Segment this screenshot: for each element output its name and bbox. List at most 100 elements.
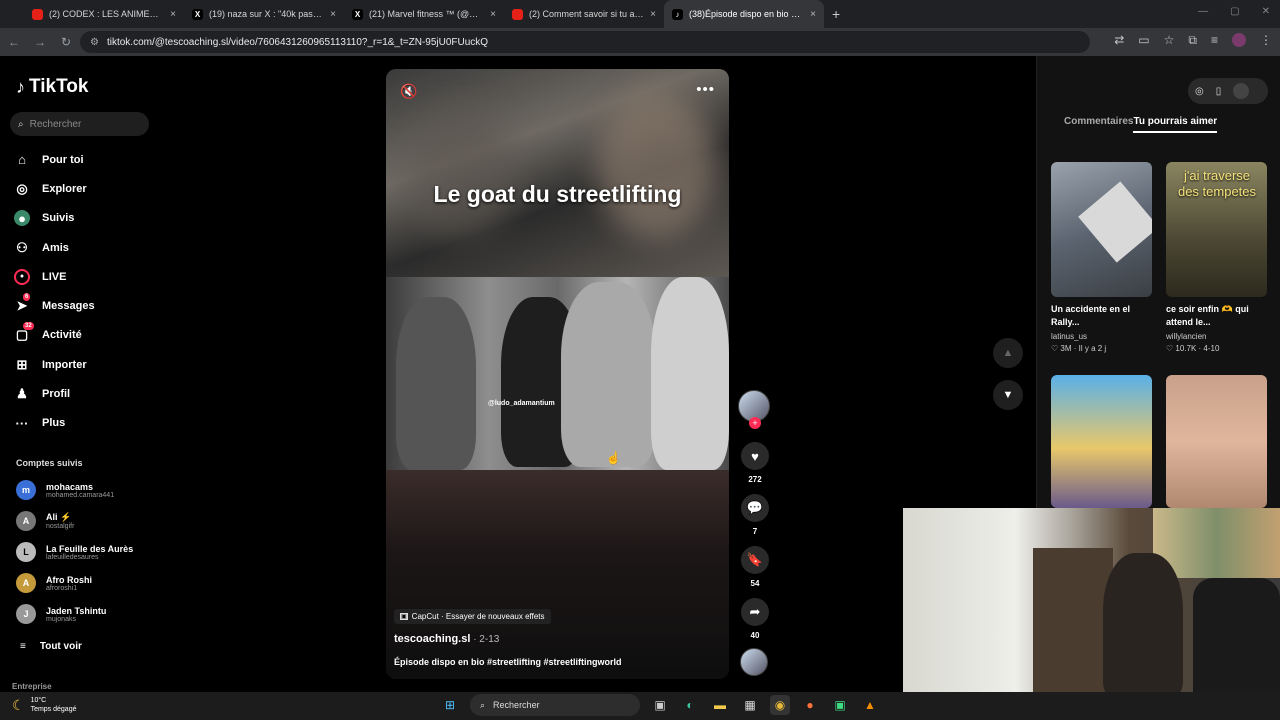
nav-item-live[interactable]: ● LIVE bbox=[14, 262, 95, 291]
store-icon[interactable]: ▦ bbox=[740, 695, 760, 715]
address-bar[interactable]: ⚙ tiktok.com/@tescoaching.sl/video/76064… bbox=[80, 31, 1090, 53]
device-icon[interactable]: ▯ bbox=[1216, 86, 1222, 97]
bookmark-star-icon[interactable]: ☆ bbox=[1164, 33, 1175, 48]
suggested-video-card[interactable] bbox=[1051, 375, 1152, 508]
gaming-chair bbox=[1193, 578, 1280, 696]
heart-icon[interactable]: ♥ bbox=[741, 442, 769, 470]
nav-item-plus[interactable]: ··· Plus bbox=[14, 409, 95, 438]
maximize-icon[interactable]: ▢ bbox=[1230, 6, 1239, 17]
bookmark-icon[interactable]: 🔖 bbox=[741, 546, 769, 574]
video-author[interactable]: tescoaching.sl · 2-13 bbox=[394, 633, 499, 645]
video-thumbnail[interactable] bbox=[1051, 375, 1152, 508]
extensions-icon[interactable]: ⧉ bbox=[1188, 33, 1197, 48]
followed-account[interactable]: L La Feuille des Aurès lafeuilledesaures bbox=[16, 542, 133, 562]
tab-close-icon[interactable]: × bbox=[650, 9, 656, 20]
reload-icon[interactable]: ↻ bbox=[60, 35, 72, 49]
search-input[interactable]: ⌕ Rechercher bbox=[10, 112, 149, 136]
follow-plus-icon[interactable]: + bbox=[749, 417, 761, 429]
nav-item-suivis[interactable]: ● Suivis bbox=[14, 204, 95, 233]
share-action[interactable]: ➦ 40 bbox=[738, 598, 772, 640]
avatar: m bbox=[16, 480, 36, 500]
music-disc-avatar[interactable] bbox=[740, 648, 768, 676]
menu-icon[interactable]: ⋮ bbox=[1260, 33, 1272, 48]
nav-item-activite[interactable]: ▢ 32 Activité bbox=[14, 321, 95, 350]
followed-account[interactable]: A Afro Roshi afroroshi1 bbox=[16, 573, 92, 593]
profile-avatar[interactable] bbox=[1232, 33, 1246, 47]
nav-item-amis[interactable]: ⚇ Amis bbox=[14, 233, 95, 262]
tab-close-icon[interactable]: × bbox=[170, 9, 176, 20]
share-icon[interactable]: ➦ bbox=[741, 598, 769, 626]
browser-tab-active[interactable]: ♪ (38)Épisode dispo en bio #stree × bbox=[664, 0, 824, 28]
comment-icon[interactable]: 💬 bbox=[741, 494, 769, 522]
nav-label: Amis bbox=[42, 241, 69, 254]
see-all-link[interactable]: ≡ Tout voir bbox=[20, 641, 82, 652]
tab-comments[interactable]: Commentaires bbox=[1064, 116, 1133, 133]
tiktok-logo[interactable]: ♪ TikTok bbox=[16, 76, 88, 98]
tab-close-icon[interactable]: × bbox=[810, 9, 816, 20]
forward-icon[interactable]: → bbox=[34, 35, 46, 49]
browser-tab[interactable]: (2) CODEX : LES ANIMES SONT × bbox=[24, 0, 184, 28]
close-window-icon[interactable]: ✕ bbox=[1262, 6, 1270, 17]
video-thumbnail[interactable]: j'ai traverse des tempetes bbox=[1166, 162, 1267, 297]
card-title: ce soir enfin 🫶 qui attend le... bbox=[1166, 304, 1249, 327]
x-icon: X bbox=[352, 8, 363, 20]
firefox-icon[interactable]: ● bbox=[800, 695, 820, 715]
previous-video-button[interactable]: ▲ bbox=[993, 338, 1023, 368]
windows-start-icon[interactable]: ⊞ bbox=[440, 695, 460, 715]
followed-account[interactable]: A Ali ⚡ nostalgifr bbox=[16, 511, 74, 531]
suggested-video-card[interactable]: j'ai traverse des tempetes ce soir enfin… bbox=[1166, 162, 1267, 353]
video-actions: + ♥ 272 💬 7 🔖 54 ➦ 40 bbox=[738, 390, 772, 676]
weather-widget[interactable]: ☾ 10°C Temps dégagé bbox=[12, 696, 76, 714]
capcut-tag[interactable]: ▣ CapCut · Essayer de nouveaux effets bbox=[394, 609, 551, 624]
cast-icon[interactable]: ▭ bbox=[1138, 33, 1149, 48]
tab-close-icon[interactable]: × bbox=[490, 9, 496, 20]
translate-icon[interactable]: ⇄ bbox=[1114, 33, 1124, 48]
followed-account[interactable]: m mohacams mohamed.camara441 bbox=[16, 480, 114, 500]
followed-account[interactable]: J Jaden Tshintu mujonaks bbox=[16, 604, 106, 624]
search-placeholder: Rechercher bbox=[29, 118, 82, 130]
nav-item-messages[interactable]: ➤ 6 Messages bbox=[14, 291, 95, 320]
more-options-icon[interactable]: ••• bbox=[696, 81, 715, 98]
nav-item-pour-toi[interactable]: ⌂ Pour toi bbox=[14, 145, 95, 174]
bookmark-action[interactable]: 🔖 54 bbox=[738, 546, 772, 588]
chrome-icon[interactable]: ◉ bbox=[770, 695, 790, 715]
browser-tab[interactable]: X (21) Marvel fitness ™ (@Marve × bbox=[344, 0, 504, 28]
app-icon[interactable]: ▣ bbox=[830, 695, 850, 715]
video-player[interactable]: Le goat du streetlifting @ludo_adamantiu… bbox=[386, 69, 729, 679]
tab-search-icon[interactable]: ≡ bbox=[1211, 33, 1218, 48]
file-explorer-icon[interactable]: ▬ bbox=[710, 695, 730, 715]
video-thumbnail[interactable] bbox=[1051, 162, 1152, 297]
browser-tab[interactable]: (2) Comment savoir si tu as un × bbox=[504, 0, 664, 28]
user-avatar[interactable] bbox=[1233, 83, 1250, 99]
creator-avatar[interactable]: + bbox=[738, 390, 770, 429]
back-icon[interactable]: ← bbox=[8, 35, 20, 49]
nav-item-explorer[interactable]: ◎ Explorer bbox=[14, 174, 95, 203]
tab-close-icon[interactable]: × bbox=[330, 9, 336, 20]
task-view-icon[interactable]: ▣ bbox=[650, 695, 670, 715]
messages-icon: ➤ 6 bbox=[16, 293, 31, 314]
nav-item-profil[interactable]: ♟ Profil bbox=[14, 379, 95, 408]
compass-icon[interactable]: ◎ bbox=[1195, 86, 1204, 97]
main-nav: ⌂ Pour toi ◎ Explorer ● Suivis ⚇ Amis ● LIVE … bbox=[14, 145, 95, 438]
card-stats: ♡ 10.7K · 4-10 bbox=[1166, 344, 1220, 353]
video-thumbnail[interactable] bbox=[1166, 375, 1267, 508]
suggested-video-card[interactable] bbox=[1166, 375, 1267, 508]
edge-icon[interactable]: ◐ bbox=[680, 695, 700, 715]
tab-suggested[interactable]: Tu pourrais aimer bbox=[1133, 116, 1218, 133]
post-date: · 2-13 bbox=[470, 634, 500, 645]
nav-label: Importer bbox=[42, 358, 87, 371]
vlc-icon[interactable]: ▲ bbox=[860, 695, 880, 715]
site-info-icon[interactable]: ⚙ bbox=[90, 37, 99, 48]
taskbar-search[interactable]: ⌕ Rechercher bbox=[470, 694, 640, 716]
minimize-icon[interactable]: — bbox=[1198, 6, 1208, 17]
suggested-video-card[interactable]: Un accidente en el Rally... latinus_us ♡… bbox=[1051, 162, 1152, 353]
new-tab-button[interactable]: + bbox=[832, 6, 840, 22]
mute-icon[interactable]: 🔇 bbox=[400, 83, 417, 100]
nav-item-importer[interactable]: ⊞ Importer bbox=[14, 350, 95, 379]
browser-tab[interactable]: X (19) naza sur X : "40k pas par jo × bbox=[184, 0, 344, 28]
next-video-button[interactable]: ▼ bbox=[993, 380, 1023, 410]
comment-action[interactable]: 💬 7 bbox=[738, 494, 772, 536]
right-panel-tabs: Commentaires Tu pourrais aimer bbox=[1064, 116, 1218, 133]
like-action[interactable]: ♥ 272 bbox=[738, 442, 772, 484]
windows-taskbar: ☾ 10°C Temps dégagé ⊞ ⌕ Rechercher ▣ ◐ ▬ … bbox=[0, 692, 1280, 720]
